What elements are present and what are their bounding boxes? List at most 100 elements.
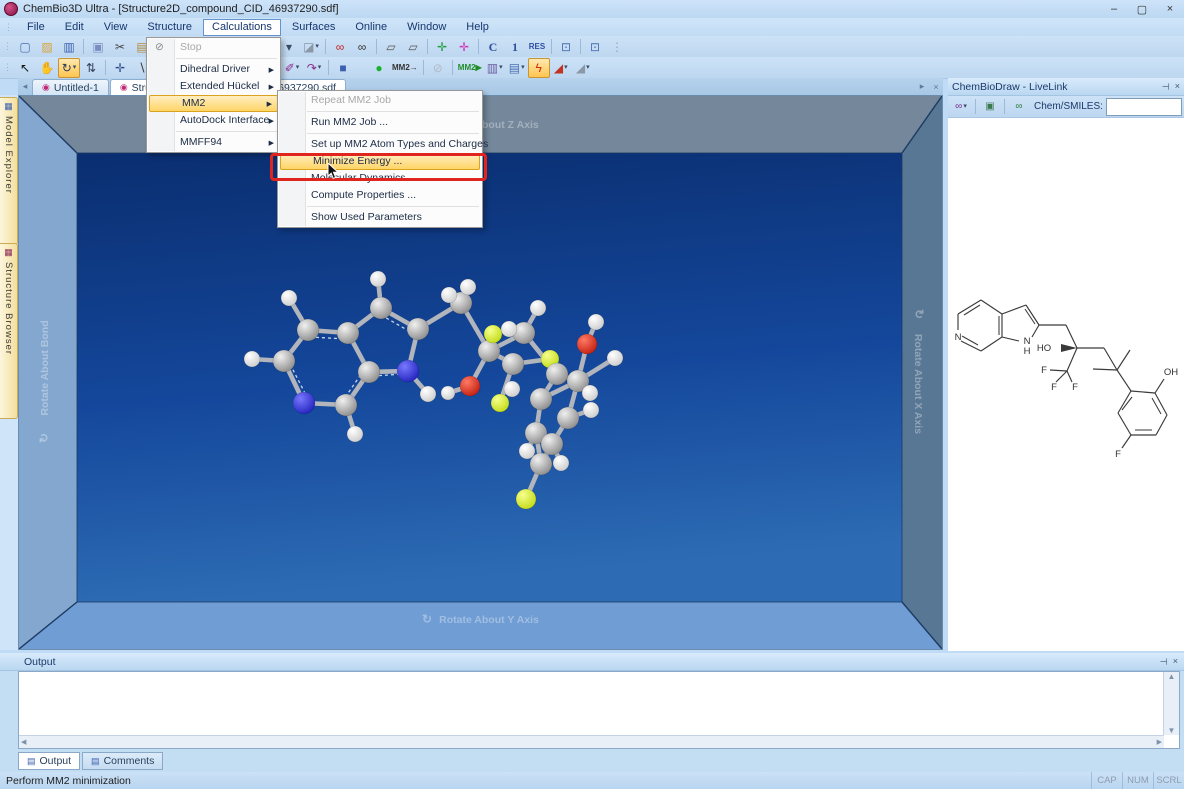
atom-h[interactable] [440, 385, 456, 401]
sidebar-tab-structure-browser[interactable]: ▦ Structure Browser [0, 243, 18, 419]
atom-n[interactable] [396, 359, 420, 383]
atom-c[interactable] [406, 317, 430, 341]
scroll-down-icon[interactable]: ▼ [1168, 726, 1176, 735]
output-horizontal-scrollbar[interactable]: ◀ ▶ [19, 735, 1164, 748]
open-file-button[interactable]: ▨ [36, 37, 58, 57]
pan-tool[interactable]: ✋ [36, 58, 58, 78]
menu-item-show-used-parameters[interactable]: Show Used Parameters [279, 209, 481, 226]
menu-surfaces[interactable]: Surfaces [283, 19, 344, 36]
atom-c[interactable] [501, 352, 525, 376]
livelink-glasses-button[interactable]: ∞ ▾ [950, 97, 972, 117]
atom-o[interactable] [459, 375, 481, 397]
menu-window[interactable]: Window [398, 19, 455, 36]
menu-item-mm2[interactable]: MM2 ▶ [149, 95, 278, 112]
minimize-button[interactable]: – [1100, 3, 1128, 15]
menu-item-run-mm2-job[interactable]: Run MM2 Job ... [279, 114, 481, 131]
atom-h[interactable] [581, 384, 599, 402]
menu-structure[interactable]: Structure [138, 19, 201, 36]
output-tab-output[interactable]: ▤ Output [18, 752, 81, 770]
dropdown-caret-icon[interactable]: ▾ [73, 64, 77, 71]
tab-scroll-right-icon[interactable]: ▸ [915, 81, 929, 92]
menu-online[interactable]: Online [346, 19, 396, 36]
scroll-right-icon[interactable]: ▶ [1157, 738, 1162, 746]
atom-o[interactable] [576, 333, 598, 355]
tab-scroll-left-icon[interactable]: ◂ [18, 81, 32, 92]
plot-button[interactable]: ▥ ▾ [484, 58, 506, 78]
doc-tab-1[interactable]: ◉ Untitled-1 [32, 79, 109, 95]
dropdown-caret-icon[interactable]: ▾ [315, 43, 319, 50]
select-tool[interactable]: ↖ [14, 58, 36, 78]
save-button[interactable]: ▥ [58, 37, 80, 57]
atom-f[interactable] [515, 488, 537, 510]
atom-h[interactable] [500, 320, 518, 338]
atom-c[interactable] [272, 349, 296, 373]
stop-calc-button[interactable]: ■ [332, 58, 354, 78]
output-vertical-scrollbar[interactable]: ▲ ▼ [1163, 672, 1179, 735]
atom-h[interactable] [529, 299, 547, 317]
atom-h[interactable] [280, 289, 298, 307]
atom-h[interactable] [369, 270, 387, 288]
stereo-glasses-icon[interactable]: ∞ [351, 37, 373, 57]
element-c-button[interactable]: C [482, 37, 504, 57]
menu-help[interactable]: Help [457, 19, 498, 36]
menu-calculations[interactable]: Calculations [203, 18, 281, 36]
atom-c[interactable] [477, 339, 501, 363]
menu-item-extended-h-ckel[interactable]: Extended Hückel ▶ [148, 78, 279, 95]
cut-button[interactable]: ✂ [109, 37, 131, 57]
stop-disabled-button[interactable]: ⊘ [427, 58, 449, 78]
table-button[interactable]: ▤ ▾ [506, 58, 528, 78]
atom-f[interactable] [490, 393, 510, 413]
monitor2-button[interactable]: ⊡ [584, 37, 606, 57]
display-mode-caret[interactable]: ▾ [278, 37, 300, 57]
show-box-button[interactable]: ▱ [380, 37, 402, 57]
atom-c[interactable] [336, 321, 360, 345]
load-structure-button[interactable]: ∞ [1008, 97, 1030, 117]
atom-f[interactable] [483, 324, 503, 344]
atom-c[interactable] [556, 406, 580, 430]
atom-c[interactable] [369, 296, 393, 320]
scroll-up-icon[interactable]: ▲ [1168, 672, 1176, 681]
tab-close-icon[interactable]: × [929, 82, 943, 92]
output-pin-icon[interactable]: ⊤ [1157, 658, 1168, 666]
copy-button[interactable]: ▣ [87, 37, 109, 57]
red-blue-glasses-icon[interactable]: ∞ [329, 37, 351, 57]
atom-h[interactable] [582, 401, 600, 419]
atom-h[interactable] [459, 278, 477, 296]
atom-h[interactable] [346, 425, 364, 443]
output-close-icon[interactable]: × [1173, 656, 1178, 667]
atom-h[interactable] [606, 349, 624, 367]
dropdown-caret-icon[interactable]: ▾ [586, 64, 590, 71]
new-file-button[interactable]: ▢ [14, 37, 36, 57]
menu-item-compute-properties[interactable]: Compute Properties ... [279, 187, 481, 204]
smiles-input[interactable] [1105, 97, 1182, 116]
rotate-tool[interactable]: ↻ ▾ [58, 57, 80, 78]
livelink-pin-icon[interactable]: ⊤ [1159, 83, 1170, 91]
atom-h[interactable] [552, 454, 570, 472]
mm2-run-button[interactable]: MM2→ [390, 58, 420, 78]
dihedral-tool[interactable]: ✐ ▾ [281, 58, 303, 78]
more-dots[interactable]: ⋮ [606, 37, 628, 57]
dropdown-caret-icon[interactable]: ▾ [318, 64, 322, 71]
ramp-flat-button[interactable]: ◢ ▾ [572, 58, 594, 78]
menu-item-dihedral-driver[interactable]: Dihedral Driver ▶ [148, 61, 279, 78]
atom-c[interactable] [529, 452, 553, 476]
menu-file[interactable]: File [18, 19, 54, 36]
sidebar-tab-model-explorer[interactable]: ▦ Model Explorer [0, 97, 18, 245]
background-color-button[interactable]: ◪ ▾ [300, 37, 322, 57]
atom-c[interactable] [357, 360, 381, 384]
output-text-area[interactable]: ▲ ▼ ◀ ▶ [18, 671, 1180, 749]
v-axis-button[interactable]: ✛ [453, 37, 475, 57]
menu-item-autodock-interface[interactable]: AutoDock Interface ▶ [148, 112, 279, 129]
dropdown-caret-icon[interactable]: ▾ [296, 64, 300, 71]
atom-n[interactable] [292, 391, 316, 415]
atom-c[interactable] [540, 432, 564, 456]
atom-h[interactable] [243, 350, 261, 368]
minimize-energy-button[interactable]: ϟ [527, 57, 550, 78]
livelink-close-icon[interactable]: × [1175, 81, 1180, 92]
box-axes-button[interactable]: ▱ [402, 37, 424, 57]
atom-c[interactable] [545, 362, 569, 386]
menu-view[interactable]: View [95, 19, 137, 36]
ramp-up-button[interactable]: ◢ ▾ [550, 58, 572, 78]
atom-c[interactable] [334, 393, 358, 417]
copy-structure-button[interactable]: ▣ [979, 97, 1001, 117]
